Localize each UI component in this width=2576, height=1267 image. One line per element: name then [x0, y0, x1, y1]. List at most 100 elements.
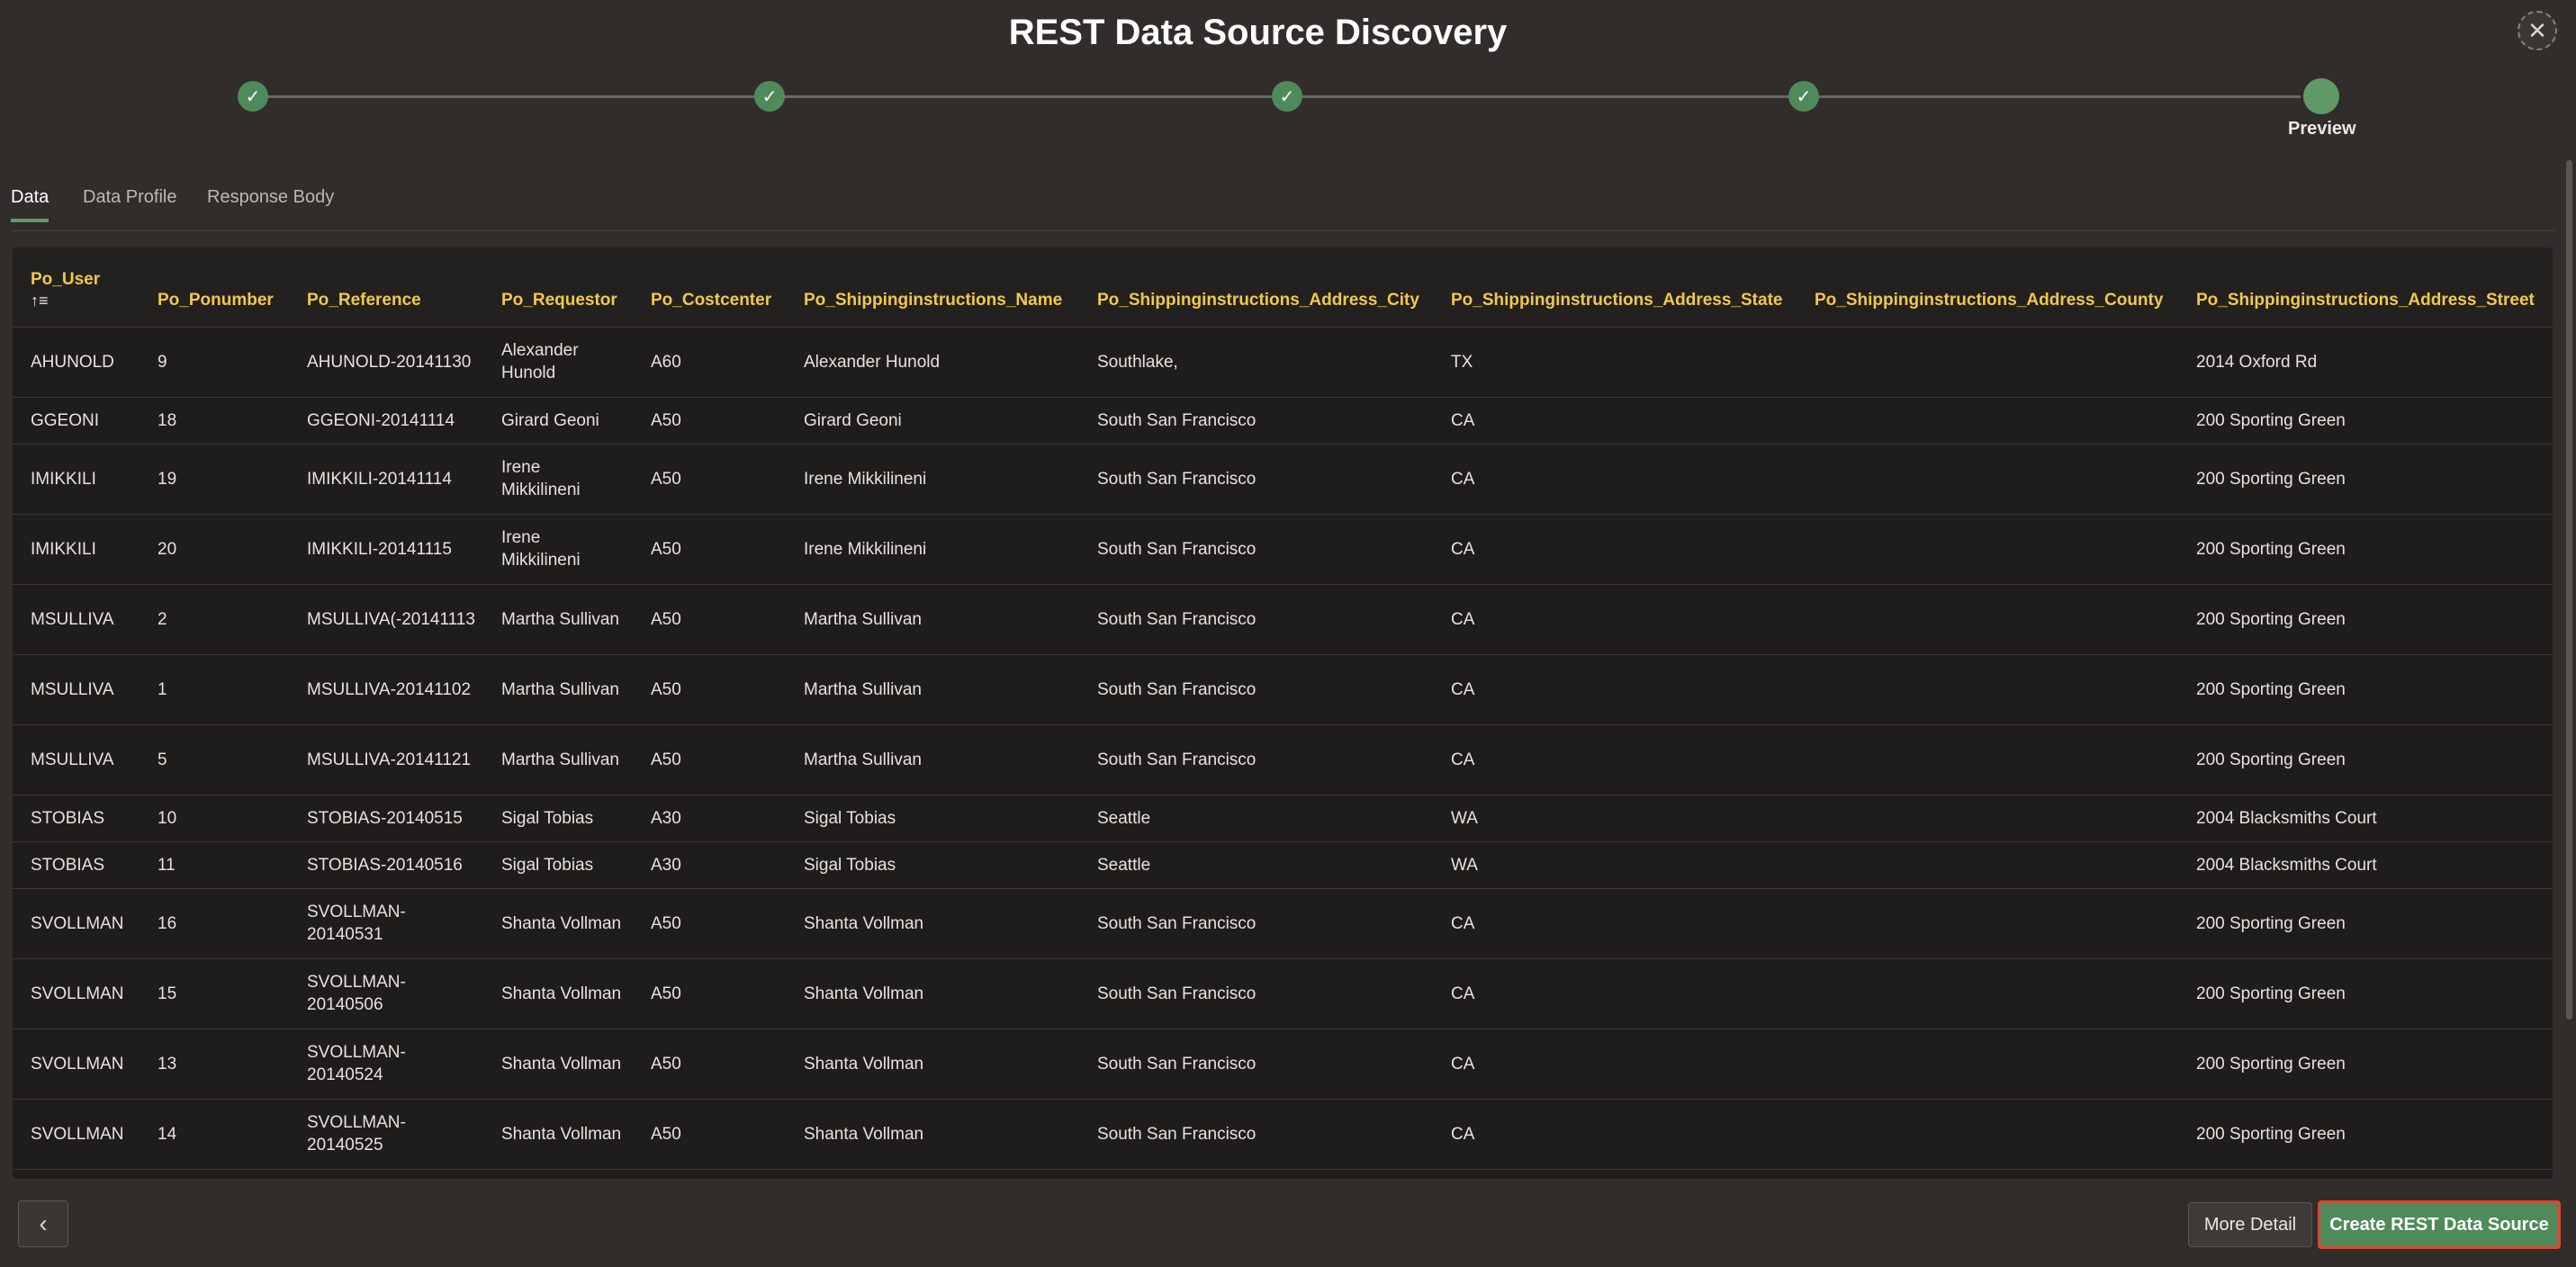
table-cell: South San Francisco: [1079, 1029, 1433, 1100]
table-cell: South San Francisco: [1079, 888, 1433, 959]
dialog-footer: ‹ More Detail Create REST Data Source: [0, 1186, 2576, 1267]
divider: [11, 230, 2554, 231]
table-cell: [1797, 397, 2178, 445]
table-cell: IMIKKILI: [13, 444, 140, 515]
table-cell: SVOLLMAN: [13, 888, 140, 959]
table-row[interactable]: STOBIAS 11 STOBIAS-20140516 Sigal Tobias A30…: [13, 841, 2553, 889]
table-cell: MSULLIVA-20141121: [289, 724, 483, 795]
table-row[interactable]: SVOLLMAN 15 SVOLLMAN-20140506 Shanta Vollma…: [13, 958, 2553, 1029]
table-header-row: Po_User ↑≡ Po_Ponumber Po_Reference Po_R…: [13, 247, 2553, 328]
column-header[interactable]: Po_Shippinginstructions_Address_City: [1079, 247, 1433, 328]
table-cell: [1797, 1029, 2178, 1100]
column-header[interactable]: Po_Reference: [289, 247, 483, 328]
table-cell: South San Francisco: [1079, 1099, 1433, 1170]
tab-data-profile[interactable]: Data Profile: [83, 187, 177, 219]
table-cell: SVOLLMAN-20140531: [289, 888, 483, 959]
table-cell: South San Francisco: [1079, 958, 1433, 1029]
column-header[interactable]: Po_Shippinginstructions_Address_Street: [2178, 247, 2553, 328]
table-cell: STOBIAS: [13, 795, 140, 842]
table-cell: Irene Mikkilineni: [786, 444, 1079, 515]
column-header[interactable]: Po_Costcenter: [633, 247, 786, 328]
table-cell: 20: [140, 514, 289, 585]
table-row[interactable]: STOBIAS 10 STOBIAS-20140515 Sigal Tobias A30…: [13, 795, 2553, 842]
table-cell: CA: [1433, 724, 1797, 795]
table-row[interactable]: IMIKKILI 19 IMIKKILI-20141114 Irene Mikkili…: [13, 444, 2553, 515]
table-row[interactable]: MSULLIVA 2 MSULLIVA(-20141113 Martha Sulliv…: [13, 584, 2553, 655]
table-cell: Alexander Hunold: [786, 327, 1079, 398]
back-button[interactable]: ‹: [18, 1200, 68, 1247]
column-header[interactable]: Po_Requestor: [483, 247, 633, 328]
table-cell: A50: [633, 514, 786, 585]
table-cell: 5: [140, 724, 289, 795]
column-header[interactable]: Po_User ↑≡: [13, 247, 140, 328]
table-cell: A30: [633, 841, 786, 889]
table-cell: Sigal Tobias: [786, 795, 1079, 842]
table-cell: A50: [633, 444, 786, 515]
table-cell: 200 Sporting Green: [2178, 584, 2553, 655]
table-cell: Seattle: [1079, 795, 1433, 842]
table-cell: A30: [633, 795, 786, 842]
table-cell: Southlake,: [1079, 327, 1433, 398]
table-cell: 200 Sporting Green: [2178, 724, 2553, 795]
column-header[interactable]: Po_Ponumber: [140, 247, 289, 328]
table-cell: Martha Sullivan: [786, 584, 1079, 655]
table-row[interactable]: GGEONI 18 GGEONI-20141114 Girard Geoni A50 Gi…: [13, 397, 2553, 445]
table-cell: 16: [140, 888, 289, 959]
table-cell: Shanta Vollman: [483, 1029, 633, 1100]
more-detail-button[interactable]: More Detail: [2188, 1202, 2312, 1247]
table-cell: Shanta Vollman: [483, 958, 633, 1029]
table-cell: IMIKKILI-20141114: [289, 444, 483, 515]
column-header[interactable]: Po_Shippinginstructions_Address_State: [1433, 247, 1797, 328]
create-rest-data-source-button[interactable]: Create REST Data Source: [2318, 1200, 2561, 1249]
table-cell: Shanta Vollman: [483, 1099, 633, 1170]
table-cell: A50: [633, 888, 786, 959]
table-row[interactable]: SVOLLMAN 14 SVOLLMAN-20140525 Shanta Vollma…: [13, 1099, 2553, 1170]
table-cell: A50: [633, 1029, 786, 1100]
table-cell: 200 Sporting Green: [2178, 654, 2553, 725]
vertical-scrollbar[interactable]: [2566, 160, 2572, 1020]
table-cell: SVOLLMAN: [13, 958, 140, 1029]
table-cell: CA: [1433, 888, 1797, 959]
table-cell: CA: [1433, 584, 1797, 655]
table-cell: IMIKKILI-20141115: [289, 514, 483, 585]
table-cell: CA: [1433, 1099, 1797, 1170]
table-cell: 2004 Blacksmiths Court: [2178, 795, 2553, 842]
table-cell: 200 Sporting Green: [2178, 1029, 2553, 1100]
column-header[interactable]: Po_Shippinginstructions_Address_County: [1797, 247, 2178, 328]
table-cell: Shanta Vollman: [786, 1029, 1079, 1100]
table-cell: Shanta Vollman: [483, 888, 633, 959]
tab-data[interactable]: Data: [11, 187, 50, 222]
table-cell: CA: [1433, 1029, 1797, 1100]
table-cell: AHUNOLD-20141130: [289, 327, 483, 398]
table-cell: CA: [1433, 654, 1797, 725]
column-header[interactable]: Po_Shippinginstructions_Name: [786, 247, 1079, 328]
table-row[interactable]: SVOLLMAN 13 SVOLLMAN-20140524 Shanta Vollma…: [13, 1029, 2553, 1100]
table-cell: 13: [140, 1029, 289, 1100]
table-row[interactable]: MSULLIVA 5 MSULLIVA-20141121 Martha Sulliva…: [13, 724, 2553, 795]
table-row[interactable]: IMIKKILI 20 IMIKKILI-20141115 Irene Mikkili…: [13, 514, 2553, 585]
table-cell: Martha Sullivan: [483, 654, 633, 725]
table-cell: MSULLIVA: [13, 654, 140, 725]
table-cell: 18: [140, 397, 289, 445]
tab-response-body[interactable]: Response Body: [207, 187, 334, 219]
table-cell: CA: [1433, 444, 1797, 515]
wizard-step-5-current: [2303, 78, 2339, 114]
table-cell: MSULLIVA: [13, 584, 140, 655]
table-cell: Girard Geoni: [786, 397, 1079, 445]
sort-ascending-icon[interactable]: ↑≡: [31, 292, 140, 310]
table-cell: 2: [140, 584, 289, 655]
table-cell: SVOLLMAN: [13, 1099, 140, 1170]
check-icon: ✓: [1279, 86, 1295, 107]
table-cell: MSULLIVA-20141102: [289, 654, 483, 725]
table-cell: CA: [1433, 514, 1797, 585]
table-cell: 14: [140, 1099, 289, 1170]
table-cell: 200 Sporting Green: [2178, 1099, 2553, 1170]
table-row[interactable]: SVOLLMAN 16 SVOLLMAN-20140531 Shanta Vollma…: [13, 888, 2553, 959]
table-cell: Martha Sullivan: [483, 724, 633, 795]
table-cell: GGEONI-20141114: [289, 397, 483, 445]
table-cell: 1: [140, 654, 289, 725]
table-row[interactable]: AHUNOLD 9 AHUNOLD-20141130 Alexander Hunold…: [13, 327, 2553, 398]
table-cell: A50: [633, 654, 786, 725]
table-row[interactable]: MSULLIVA 1 MSULLIVA-20141102 Martha Sulliva…: [13, 654, 2553, 725]
table-cell: [1797, 654, 2178, 725]
